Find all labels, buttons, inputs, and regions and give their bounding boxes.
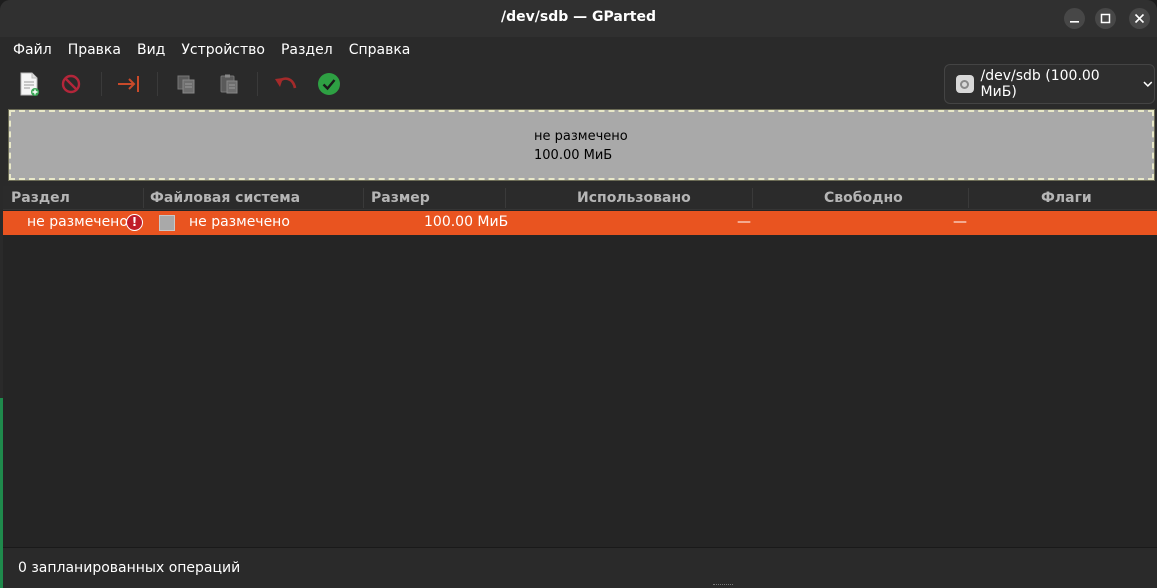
cell-partition: не размечено <box>27 214 128 230</box>
error-icon: ! <box>126 214 143 231</box>
menu-help[interactable]: Справка <box>341 38 419 63</box>
filesystem-color-swatch <box>159 215 175 231</box>
column-separator <box>968 188 969 208</box>
cell-used: — <box>737 214 751 230</box>
resize-grip[interactable] <box>713 584 733 588</box>
device-label: /dev/sdb (100.00 МиБ) <box>980 68 1100 100</box>
column-flags[interactable]: Флаги <box>1041 190 1092 206</box>
close-icon <box>1134 13 1145 24</box>
column-separator <box>143 188 144 208</box>
undo-icon <box>275 77 297 89</box>
harddisk-icon <box>956 75 974 93</box>
column-partition[interactable]: Раздел <box>11 190 70 206</box>
menu-view[interactable]: Вид <box>129 38 173 63</box>
close-button[interactable] <box>1129 8 1150 29</box>
statusbar: 0 запланированных операций <box>0 547 1157 588</box>
partition-table[interactable]: Раздел Файловая система Размер Использов… <box>3 186 1157 547</box>
column-free[interactable]: Свободно <box>824 190 903 206</box>
device-selector[interactable]: /dev/sdb (100.00 МиБ) <box>944 64 1155 104</box>
menu-device[interactable]: Устройство <box>173 38 273 63</box>
new-partition-icon <box>20 72 39 96</box>
cell-size: 100.00 МиБ <box>424 214 509 230</box>
background-window-edge <box>0 398 3 588</box>
column-separator <box>752 188 753 208</box>
paste-icon <box>220 74 238 94</box>
paste-button[interactable] <box>215 70 243 98</box>
column-filesystem[interactable]: Файловая система <box>150 190 300 206</box>
delete-button[interactable] <box>57 70 85 98</box>
table-row[interactable]: не размечено ! не размечено 100.00 МиБ —… <box>3 211 1157 235</box>
table-header: Раздел Файловая система Размер Использов… <box>3 186 1157 210</box>
resize-move-icon <box>118 76 139 92</box>
gparted-window: /dev/sdb — GParted Файл Правка Вид Устро… <box>0 0 1157 588</box>
disk-map-label: не размечено <box>534 129 628 144</box>
copy-icon <box>177 75 195 94</box>
column-separator <box>363 188 364 208</box>
toolbar-separator <box>101 72 102 96</box>
column-size[interactable]: Размер <box>371 190 430 206</box>
resize-move-button[interactable] <box>114 70 142 98</box>
disk-map-size: 100.00 МиБ <box>534 148 613 163</box>
maximize-button[interactable] <box>1095 8 1116 29</box>
new-partition-button[interactable] <box>15 70 43 98</box>
minimize-icon <box>1070 21 1079 23</box>
menubar: Файл Правка Вид Устройство Раздел Справк… <box>0 37 1157 64</box>
column-used[interactable]: Использовано <box>577 190 691 206</box>
menu-file[interactable]: Файл <box>5 38 60 63</box>
column-separator <box>505 188 506 208</box>
titlebar[interactable]: /dev/sdb — GParted <box>0 0 1157 37</box>
undo-button[interactable] <box>271 70 299 98</box>
toolbar-separator <box>257 72 258 96</box>
cell-free: — <box>953 214 967 230</box>
chevron-down-icon <box>1143 81 1153 87</box>
minimize-button[interactable] <box>1064 8 1085 29</box>
menu-edit[interactable]: Правка <box>60 38 129 63</box>
pending-operations-status: 0 запланированных операций <box>18 560 241 576</box>
disk-map-unallocated[interactable]: не размечено 100.00 МиБ <box>8 109 1155 181</box>
toolbar-separator <box>157 72 158 96</box>
maximize-icon <box>1100 13 1111 24</box>
delete-icon <box>61 74 81 94</box>
apply-icon <box>318 73 340 95</box>
copy-button[interactable] <box>172 70 200 98</box>
menu-partition[interactable]: Раздел <box>273 38 341 63</box>
apply-button[interactable] <box>315 70 343 98</box>
window-title: /dev/sdb — GParted <box>501 9 656 25</box>
cell-filesystem: не размечено <box>189 214 290 230</box>
